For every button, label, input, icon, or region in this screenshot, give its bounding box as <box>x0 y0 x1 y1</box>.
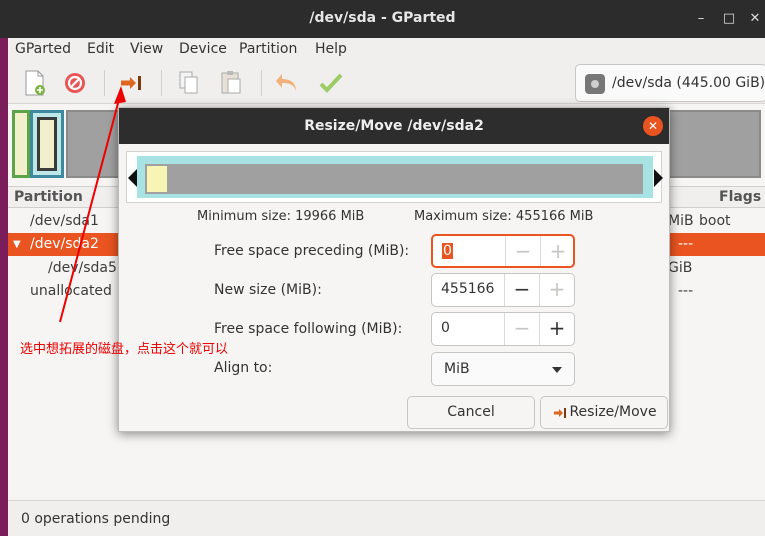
annotation-arrow <box>59 86 126 323</box>
annotation-text: 选中想拓展的磁盘，点击这个就可以 <box>20 342 229 357</box>
